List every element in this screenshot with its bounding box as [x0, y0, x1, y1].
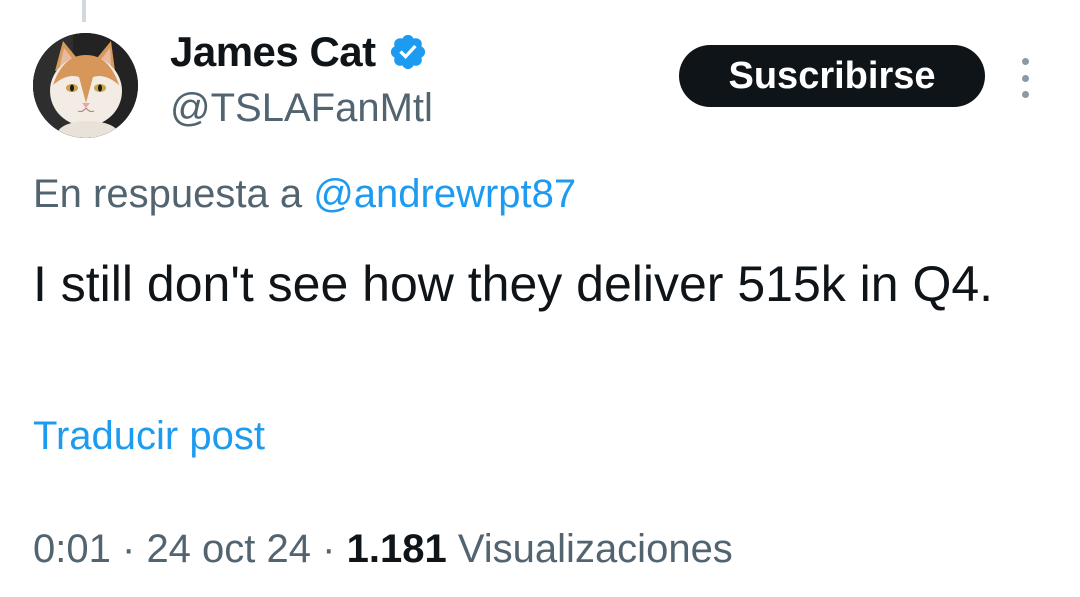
- post-date[interactable]: 24 oct 24: [146, 527, 311, 571]
- views-count: 1.181: [346, 527, 447, 571]
- meta-separator: ·: [322, 527, 336, 571]
- author-name-row: James Cat: [170, 28, 428, 76]
- more-dot: [1021, 91, 1029, 98]
- subscribe-button[interactable]: Suscribirse: [679, 45, 985, 107]
- views-label: Visualizaciones: [457, 527, 733, 571]
- more-dot: [1021, 74, 1029, 82]
- author-name[interactable]: James Cat: [170, 28, 376, 76]
- verified-badge-icon: [388, 32, 428, 72]
- translate-post-link[interactable]: Traducir post: [33, 414, 265, 459]
- post-time[interactable]: 0:01: [33, 527, 111, 571]
- more-options-icon[interactable]: [1010, 58, 1040, 98]
- cat-avatar-image: [33, 33, 138, 138]
- avatar[interactable]: [33, 33, 138, 138]
- more-dot: [1021, 58, 1029, 65]
- post-text: I still don't see how they deliver 515k …: [33, 256, 994, 312]
- reply-context: En respuesta a @andrewrpt87: [33, 172, 576, 217]
- post-meta: 0:01 · 24 oct 24 · 1.181 Visualizaciones: [33, 527, 733, 572]
- reply-prefix: En respuesta a: [33, 172, 303, 216]
- author-handle[interactable]: @TSLAFanMtl: [170, 86, 433, 131]
- meta-separator: ·: [121, 527, 136, 571]
- thread-connector-line: [82, 0, 86, 22]
- reply-mention-link[interactable]: @andrewrpt87: [313, 172, 576, 216]
